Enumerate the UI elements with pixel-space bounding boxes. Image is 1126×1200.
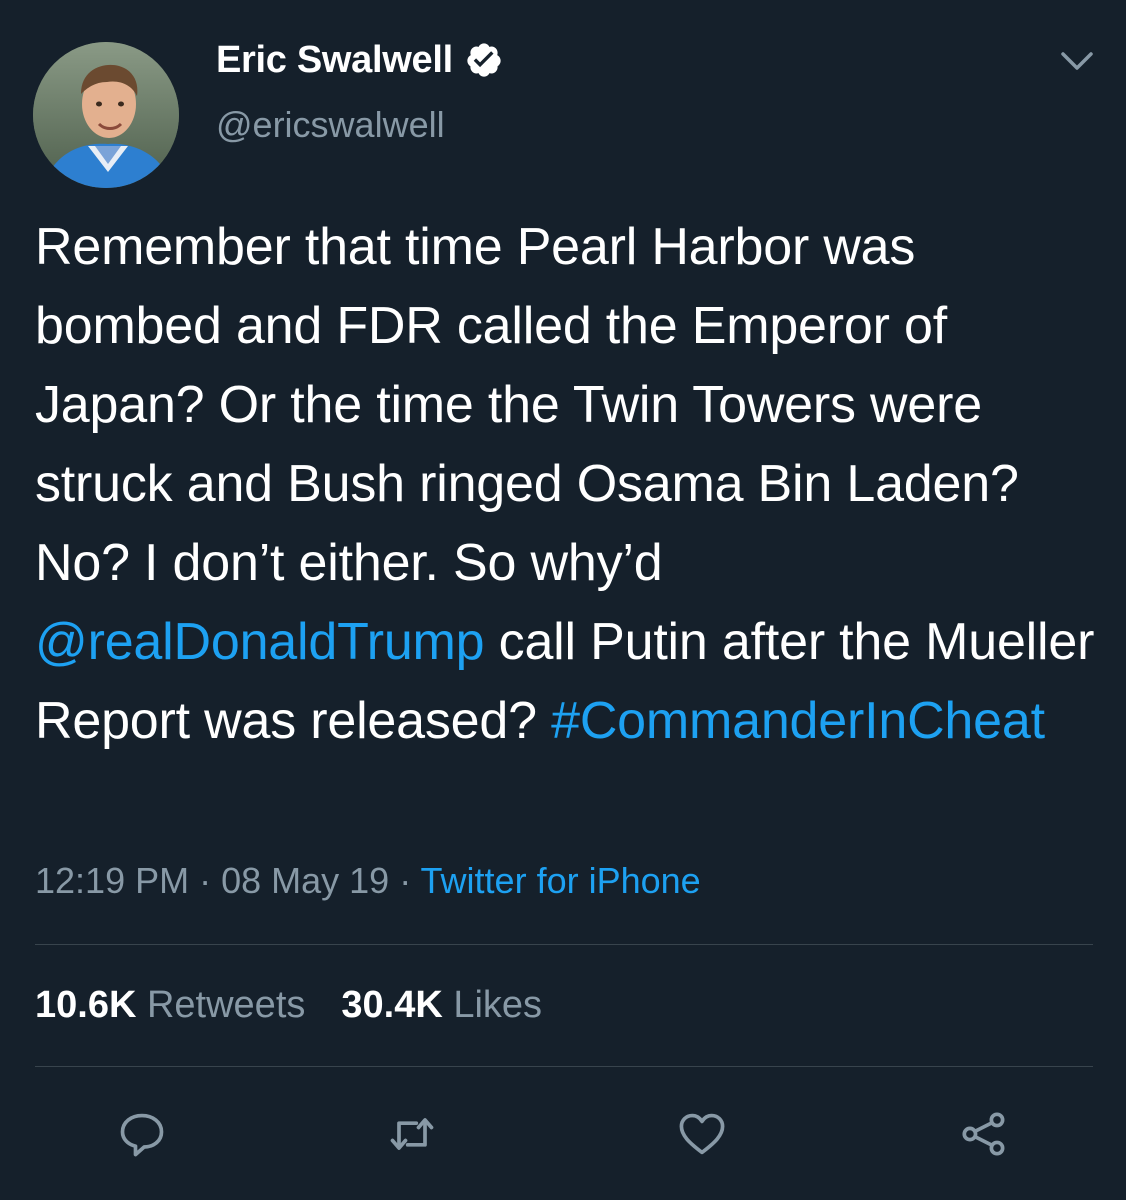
reply-icon[interactable] bbox=[116, 1108, 168, 1160]
divider bbox=[35, 944, 1093, 945]
retweets-count: 10.6K bbox=[35, 984, 137, 1026]
tweet-card: Eric Swalwell @ericswalwell Remember tha… bbox=[0, 0, 1126, 1200]
likes-count: 30.4K bbox=[341, 984, 443, 1026]
tweet-text: Remember that time Pearl Harbor was bomb… bbox=[35, 208, 1105, 761]
share-icon[interactable] bbox=[958, 1108, 1010, 1160]
likes-stat[interactable]: 30.4K Likes bbox=[341, 984, 542, 1027]
divider bbox=[35, 1066, 1093, 1067]
tweet-actions-bar bbox=[0, 1100, 1126, 1170]
meta-separator: · bbox=[189, 860, 222, 901]
mention-link[interactable]: @realDonaldTrump bbox=[35, 613, 485, 671]
likes-label: Likes bbox=[453, 984, 543, 1026]
tweet-stats: 10.6K Retweets 30.4K Likes bbox=[35, 984, 542, 1027]
heart-icon[interactable] bbox=[676, 1108, 728, 1160]
tweet-date[interactable]: 08 May 19 bbox=[221, 860, 389, 901]
author-display-name[interactable]: Eric Swalwell bbox=[216, 39, 453, 82]
retweet-icon[interactable] bbox=[386, 1108, 438, 1160]
tweet-source-link[interactable]: Twitter for iPhone bbox=[421, 860, 701, 901]
verified-badge-icon bbox=[467, 43, 501, 77]
hashtag-link[interactable]: #CommanderInCheat bbox=[551, 692, 1045, 750]
author-handle[interactable]: @ericswalwell bbox=[216, 104, 445, 146]
chevron-down-icon[interactable] bbox=[1056, 40, 1098, 82]
retweets-stat[interactable]: 10.6K Retweets bbox=[35, 984, 305, 1027]
author-name-row[interactable]: Eric Swalwell bbox=[216, 36, 503, 84]
avatar[interactable] bbox=[33, 42, 179, 188]
retweets-label: Retweets bbox=[146, 984, 306, 1026]
tweet-time[interactable]: 12:19 PM bbox=[35, 860, 189, 901]
tweet-text-segment: Remember that time Pearl Harbor was bomb… bbox=[35, 218, 1019, 592]
meta-separator: · bbox=[389, 860, 421, 901]
tweet-meta: 12:19 PM · 08 May 19 · Twitter for iPhon… bbox=[35, 860, 701, 902]
